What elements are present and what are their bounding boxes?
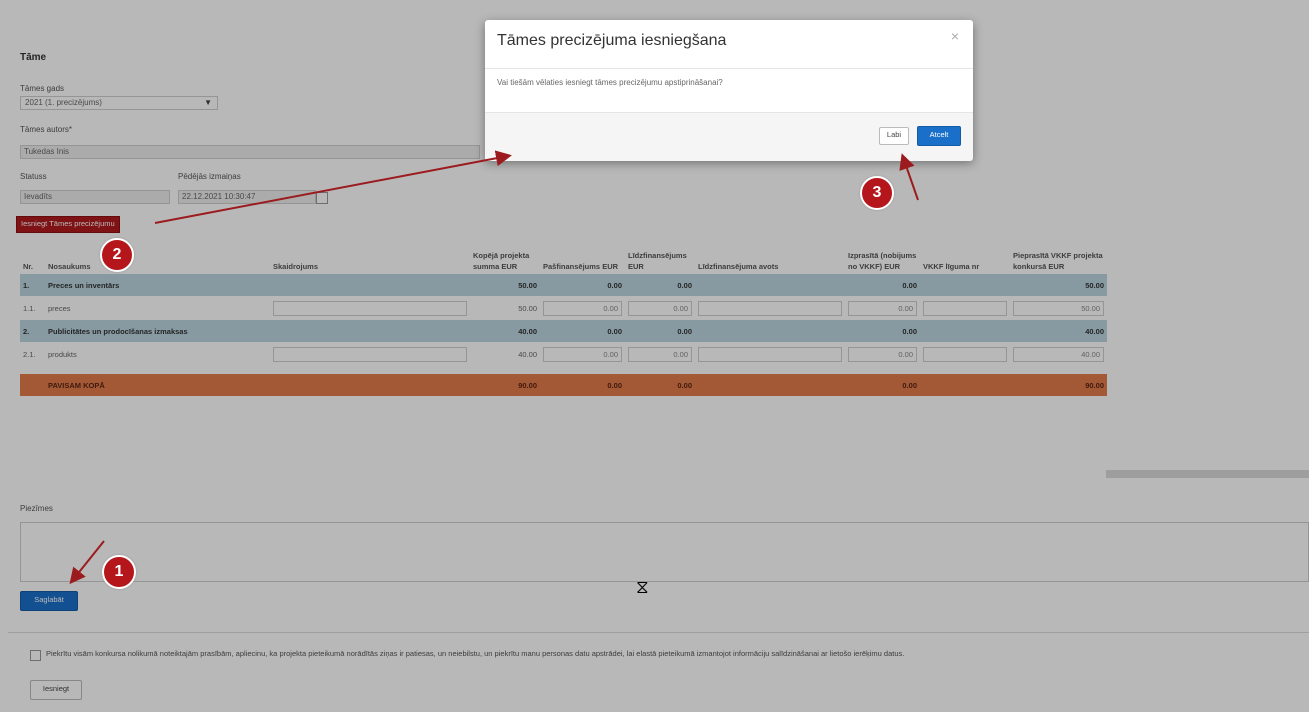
arrow-3	[899, 153, 919, 201]
mouse-cursor-icon: ⧖	[636, 577, 649, 597]
arrow-1	[69, 540, 105, 585]
step-marker-3: 3	[860, 176, 894, 210]
step-marker-2: 2	[100, 238, 134, 272]
arrow-2	[154, 150, 512, 224]
step-marker-1: 1	[102, 555, 136, 589]
annotation-arrows	[69, 150, 919, 585]
